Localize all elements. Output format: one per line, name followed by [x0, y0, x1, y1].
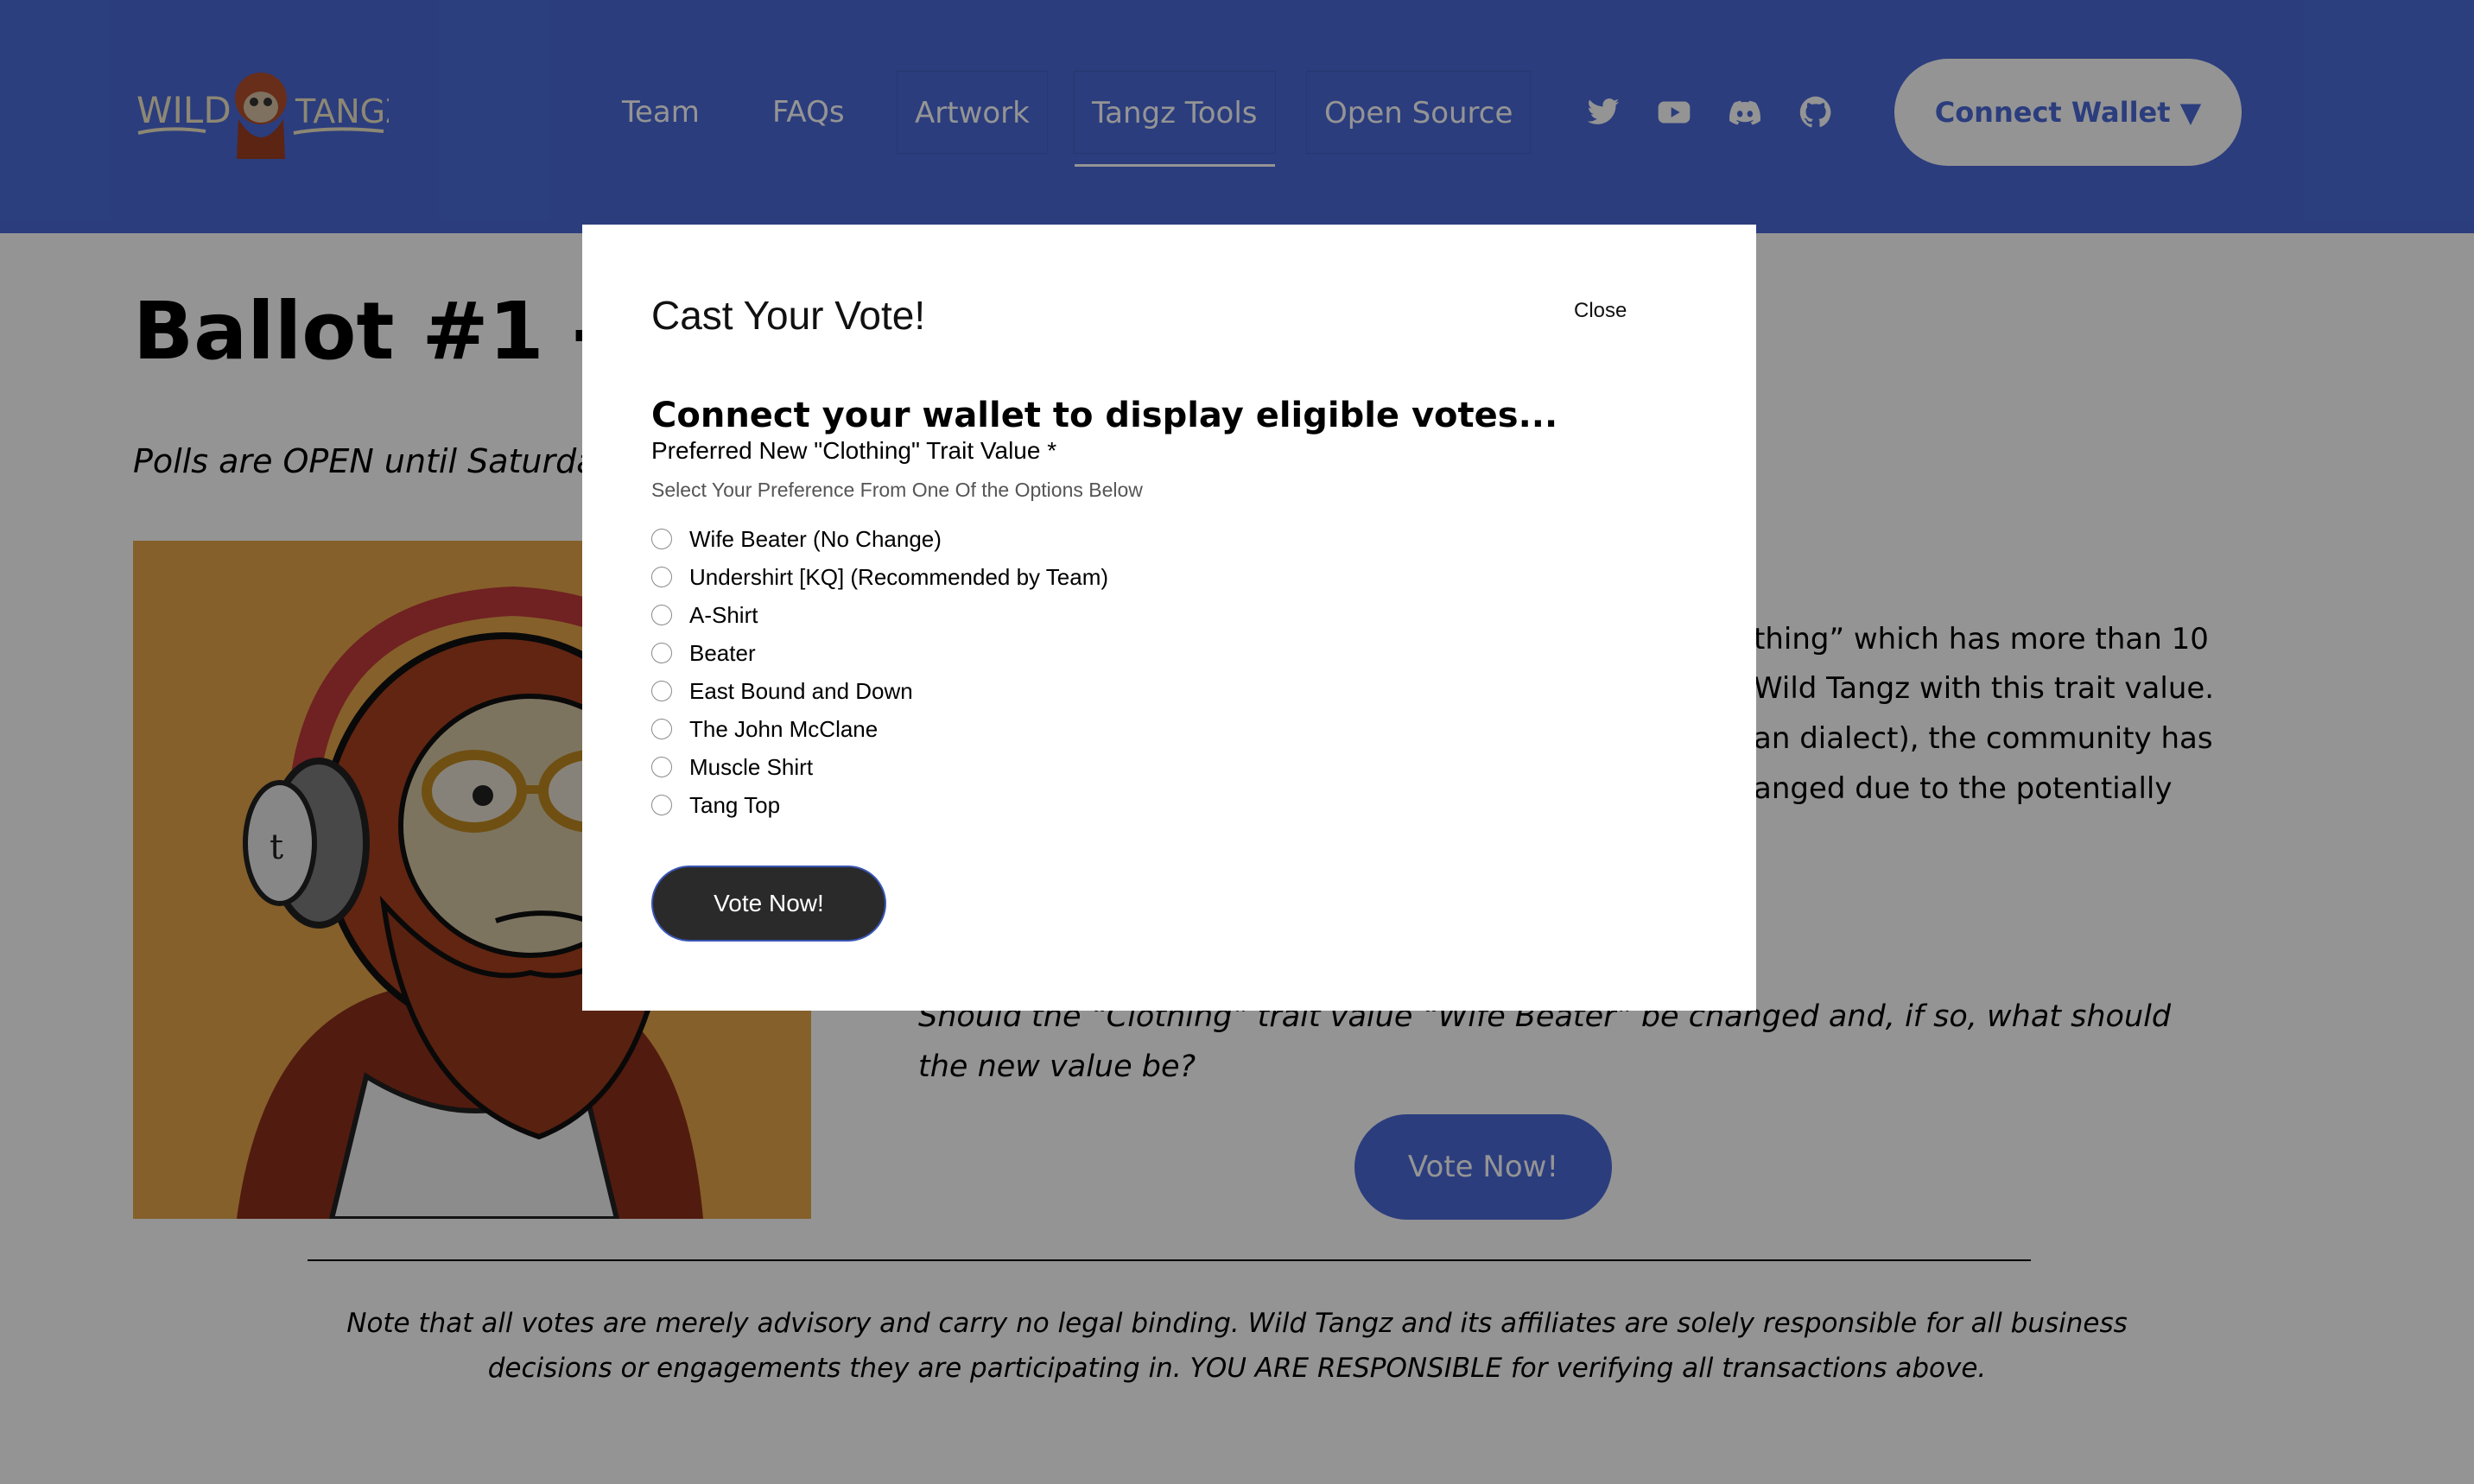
option-label: Wife Beater (No Change): [689, 525, 942, 552]
option-label: Tang Top: [689, 791, 781, 818]
radio-button[interactable]: [651, 681, 672, 701]
radio-button[interactable]: [651, 719, 672, 739]
option-label: East Bound and Down: [689, 677, 913, 704]
radio-button[interactable]: [651, 643, 672, 663]
option-label: Beater: [689, 639, 756, 666]
option-label: A-Shirt: [689, 601, 758, 628]
radio-button[interactable]: [651, 757, 672, 777]
modal-title: Cast Your Vote!: [651, 293, 926, 338]
option-undershirt[interactable]: Undershirt [KQ] (Recommended by Team): [651, 558, 1108, 596]
trait-options: Wife Beater (No Change) Undershirt [KQ] …: [651, 520, 1108, 824]
radio-button[interactable]: [651, 529, 672, 549]
option-east-bound-and-down[interactable]: East Bound and Down: [651, 672, 1108, 710]
option-label: The John McClane: [689, 715, 879, 742]
option-beater[interactable]: Beater: [651, 634, 1108, 672]
radio-button[interactable]: [651, 567, 672, 587]
option-tang-top[interactable]: Tang Top: [651, 786, 1108, 824]
trait-field-label: Preferred New "Clothing" Trait Value *: [651, 437, 1057, 464]
option-wife-beater[interactable]: Wife Beater (No Change): [651, 520, 1108, 558]
trait-field-help: Select Your Preference From One Of the O…: [651, 479, 1143, 501]
option-muscle-shirt[interactable]: Muscle Shirt: [651, 748, 1108, 786]
connect-wallet-prompt: Connect your wallet to display eligible …: [651, 396, 1558, 435]
radio-button[interactable]: [651, 605, 672, 625]
radio-button[interactable]: [651, 795, 672, 815]
cast-vote-modal: Cast Your Vote! Close Connect your walle…: [582, 225, 1756, 1011]
option-label: Undershirt [KQ] (Recommended by Team): [689, 563, 1109, 590]
option-label: Muscle Shirt: [689, 753, 814, 780]
option-john-mcclane[interactable]: The John McClane: [651, 710, 1108, 748]
option-a-shirt[interactable]: A-Shirt: [651, 596, 1108, 634]
close-button[interactable]: Close: [1574, 299, 1627, 323]
modal-vote-now-button[interactable]: Vote Now!: [651, 866, 886, 942]
